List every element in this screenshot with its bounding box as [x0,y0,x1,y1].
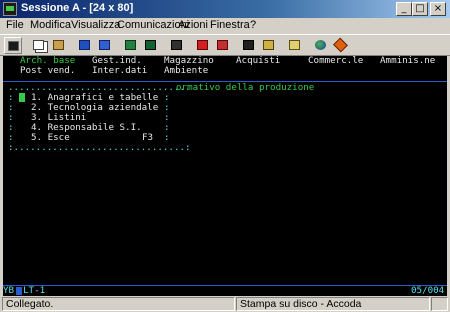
connection-status: Collegato. [2,297,235,311]
globe-icon [315,40,326,50]
receive-file-icon [99,40,110,50]
macro-record-icon [197,40,208,50]
clipboard-button[interactable] [286,37,304,54]
macro-play-icon [243,40,254,50]
macro-stop-button[interactable] [214,37,232,54]
menu-azioni[interactable]: Azioni [178,19,208,31]
toolbar [0,34,450,56]
print-screen-icon [8,41,19,51]
print-screen-button[interactable] [4,37,22,54]
oia-lt-indicator: LT-1 [23,285,46,296]
menu-box-bottom-border: :...............................: [8,142,191,153]
menu-help[interactable]: ? [250,19,256,31]
menu-file[interactable]: File [6,19,24,31]
keyboard-map-button[interactable] [168,37,186,54]
nav-inter-dati[interactable]: Inter.dati [92,66,147,76]
display-setup-button[interactable] [122,37,140,54]
receive-file-button[interactable] [96,37,114,54]
tag-button[interactable] [332,37,350,54]
paste-icon [53,40,64,50]
oia-lock-indicator [16,287,22,295]
operator-info-area: YB LT-1 05/004 [3,285,447,296]
title-bar[interactable]: Sessione A - [24 x 80] _ □ × [0,0,450,18]
nav-ambiente[interactable]: Ambiente [164,66,208,76]
keyboard-map-icon [171,40,182,50]
macro-step-button[interactable] [260,37,278,54]
tag-icon [333,37,348,53]
cursor-block [19,93,25,104]
send-file-icon [79,40,90,50]
nav-post-vend[interactable]: Post vend. [20,66,75,76]
macro-record-button[interactable] [194,37,212,54]
send-file-button[interactable] [76,37,94,54]
menu-modifica[interactable]: Modifica [30,19,71,31]
macro-play-button[interactable] [240,37,258,54]
terminal-screen[interactable]: Arch. base Gest.ind. Magazzino Acquisti … [3,56,447,296]
copy-button[interactable] [30,37,48,54]
copy-icon [33,40,44,50]
window-title: Sessione A - [24 x 80] [21,2,134,14]
menu-visualizza[interactable]: Visualizza [71,19,120,31]
macro-step-icon [263,40,274,50]
clipboard-icon [289,40,300,50]
cursor-position: 05/004 [411,285,445,296]
nav-acquisti[interactable]: Acquisti [236,56,280,66]
color-map-button[interactable] [142,37,160,54]
globe-button[interactable] [312,37,330,54]
nav-amminis-ne[interactable]: Amminis.ne [380,56,435,66]
display-setup-icon [125,40,136,50]
minimize-button[interactable]: _ [396,2,412,16]
oia-session-indicator: YB [3,285,15,296]
paste-button[interactable] [50,37,68,54]
close-button[interactable]: × [430,2,446,16]
status-bar: Collegato. Stampa su disco - Accoda [0,296,450,312]
maximize-button[interactable]: □ [412,2,428,16]
menu-bar: File Modifica Visualizza Comunicazioni A… [0,18,450,34]
menu-finestra[interactable]: Finestra [210,19,250,31]
terminal-app-icon[interactable] [3,2,17,16]
resize-grip[interactable] [431,297,448,311]
nav-commerc-le[interactable]: Commerc.le [308,56,363,66]
macro-stop-icon [217,40,228,50]
color-map-icon [145,40,156,50]
print-status: Stampa su disco - Accoda [236,297,430,311]
menu-title: ormativo della produzione [176,82,315,93]
